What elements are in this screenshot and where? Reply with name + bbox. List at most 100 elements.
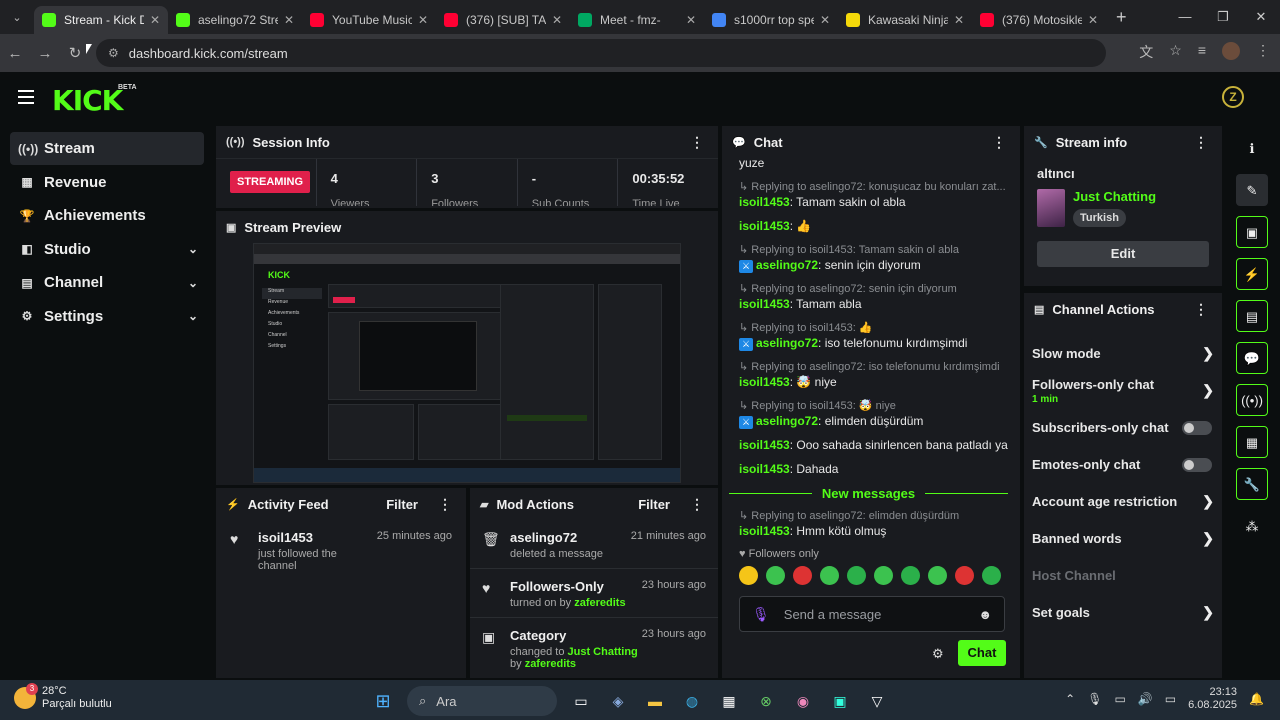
media-control-icon[interactable]: ≡ [1198,42,1206,62]
close-tab-icon[interactable]: ✕ [284,13,294,27]
tray-chevron-icon[interactable]: ⌃ [1065,692,1075,706]
mod-filter-button[interactable]: Filter [638,497,670,512]
tools-icon[interactable]: 🔧 [1236,468,1268,500]
vector-icon[interactable]: ▽ [864,688,890,714]
new-messages-divider[interactable]: New messages [729,486,1009,501]
kick-logo[interactable]: KICK [52,84,123,117]
close-tab-icon[interactable]: ✕ [552,13,562,27]
chevron-down-icon[interactable]: ⌄ [188,276,198,290]
emote-icon[interactable] [739,566,758,585]
mod-action-user[interactable]: zaferedits [525,658,576,670]
reply-context[interactable]: ↳ Replying to isoil1453: 🤯 niye [739,399,1008,414]
close-tab-icon[interactable]: ✕ [418,13,428,27]
emote-icon[interactable] [874,566,893,585]
activity-menu-icon[interactable]: ⋮ [438,496,452,513]
chat-username[interactable]: aselingo72 [756,414,818,428]
chrome-icon[interactable]: ◉ [790,688,816,714]
microphone-tray-icon[interactable]: 🎙 [1087,692,1102,706]
activity-filter-button[interactable]: Filter [386,497,418,512]
chevron-right-icon[interactable]: ❯ [1202,382,1214,399]
channel-action-set-goals[interactable]: Set goals ❯ [1024,594,1222,631]
stream-info-menu-icon[interactable]: ⋮ [1194,134,1208,151]
browser-tab[interactable]: aselingo72 Strea ✕ [168,6,302,34]
microphone-icon[interactable]: 🎙 [752,606,770,623]
close-tab-icon[interactable]: ✕ [686,13,696,27]
mod-action-category-link[interactable]: Just Chatting [568,646,638,658]
channel-action-followers-only-chat[interactable]: Followers-only chat 1 min ❯ [1024,372,1222,409]
browser-tab[interactable]: (376) Motosiklet ✕ [972,6,1106,34]
sidebar-item-studio[interactable]: ◧ Studio ⌄ [10,233,204,266]
reply-context[interactable]: ↳ Replying to aselingo72: iso telefonumu… [739,360,1008,375]
browser-tab[interactable]: (376) [SUB] TAN ✕ [436,6,570,34]
edit-stream-info-button[interactable]: Edit [1037,241,1209,267]
channel-actions-menu-icon[interactable]: ⋮ [1194,301,1208,318]
channel-action-emotes-only-chat[interactable]: Emotes-only chat [1024,446,1222,483]
toggle-switch[interactable] [1182,420,1212,435]
chat-message[interactable]: yuze [739,156,1008,171]
reply-context[interactable]: ↳ Replying to isoil1453: Tamam sakin ol … [739,243,1008,258]
chevron-right-icon[interactable]: ❯ [1202,345,1214,362]
sidebar-item-achievements[interactable]: 🏆 Achievements [10,199,204,232]
notification-icon[interactable]: 🔔 [1249,692,1264,706]
chevron-right-icon[interactable]: ❯ [1202,604,1214,621]
chat-message[interactable]: ↳ Replying to aselingo72: elimden düşürd… [739,509,1008,539]
chat-message[interactable]: ↳ Replying to aselingo72: konuşucaz bu k… [739,180,1008,210]
chat-username[interactable]: aselingo72 [756,258,818,272]
edge-icon[interactable]: ◍ [679,688,705,714]
chat-username[interactable]: isoil1453 [739,524,790,538]
close-window-button[interactable]: ✕ [1242,0,1280,34]
layout-icon[interactable]: ▦ [1236,426,1268,458]
chat-message[interactable]: isoil1453: Ooo sahada sinirlencen bana p… [739,438,1008,453]
chat-input[interactable]: 🎙 Send a message ☻ [739,596,1005,632]
clock[interactable]: 23:13 6.08.2025 [1188,686,1237,712]
share-icon[interactable]: ⁂ [1236,510,1268,542]
chevron-down-icon[interactable]: ⌄ [188,242,198,256]
emote-icon[interactable] [928,566,947,585]
emote-icon[interactable] [847,566,866,585]
sidebar-item-channel[interactable]: ▤ Channel ⌄ [10,266,204,299]
close-tab-icon[interactable]: ✕ [1088,13,1098,27]
activity-user[interactable]: isoil1453 [258,530,377,545]
browser-menu-icon[interactable]: ⋮ [1256,42,1270,62]
channel-action-account-age-restriction[interactable]: Account age restriction ❯ [1024,483,1222,520]
store-icon[interactable]: ▦ [716,688,742,714]
back-button[interactable]: ← [0,45,30,62]
chat-message[interactable]: ↳ Replying to aselingo72: senin için diy… [739,282,1008,312]
chat-username[interactable]: isoil1453 [739,297,790,311]
user-badge-icon[interactable]: Z [1222,86,1244,108]
hamburger-menu-icon[interactable] [18,90,34,108]
browser-tab[interactable]: s1000rr top spe ✕ [704,6,838,34]
chat-menu-icon[interactable]: ⋮ [992,134,1006,151]
network-icon[interactable]: ▭ [1114,692,1125,706]
task-view-icon[interactable]: ▭ [568,688,594,714]
chat-message[interactable]: ↳ Replying to isoil1453: 👍 ⚔ aselingo72: i… [739,321,1008,351]
document-icon[interactable]: ▤ [1236,300,1268,332]
emote-icon[interactable] [982,566,1001,585]
chat-username[interactable]: isoil1453 [739,375,790,389]
url-field[interactable]: ⚙ dashboard.kick.com/stream [96,39,1106,67]
chat-messages[interactable]: yuze ↳ Replying to aselingo72: konuşucaz … [722,156,1020,596]
volume-icon[interactable]: 🔊 [1138,692,1153,706]
session-menu-icon[interactable]: ⋮ [690,134,704,151]
chat-send-button[interactable]: Chat [958,640,1006,666]
translate-icon[interactable]: 文 [1139,42,1153,62]
chat-message[interactable]: ↳ Replying to isoil1453: Tamam sakin ol … [739,243,1008,273]
bookmark-star-icon[interactable]: ☆ [1169,42,1182,62]
chat-message[interactable]: ↳ Replying to aselingo72: iso telefonumu… [739,360,1008,390]
close-tab-icon[interactable]: ✕ [820,13,830,27]
sidebar-item-revenue[interactable]: ▦ Revenue [10,166,204,199]
pencil-icon[interactable]: ✎ [1236,174,1268,206]
emote-icon[interactable] [766,566,785,585]
site-info-icon[interactable]: ⚙ [108,46,119,60]
sidebar-item-stream[interactable]: ((•)) Stream [10,132,204,165]
close-tab-icon[interactable]: ✕ [954,13,964,27]
mod-menu-icon[interactable]: ⋮ [690,496,704,513]
reply-context[interactable]: ↳ Replying to aselingo72: konuşucaz bu k… [739,180,1008,195]
toggle-switch[interactable] [1182,457,1212,472]
windows-start-icon[interactable]: ⊞ [370,688,396,714]
info-icon[interactable]: ℹ [1236,132,1268,164]
reply-context[interactable]: ↳ Replying to aselingo72: elimden düşürd… [739,509,1008,524]
mod-action-user[interactable]: zaferedits [574,597,625,609]
tab-search-icon[interactable]: ⌄ [0,11,34,24]
weather-widget[interactable]: 3 28°C Parçalı bulutlu [14,683,112,711]
